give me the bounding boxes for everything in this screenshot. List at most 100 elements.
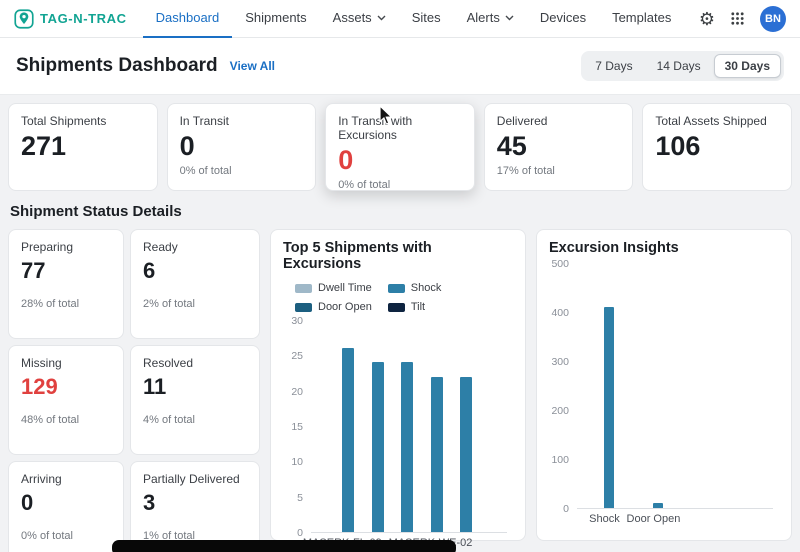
legend-label: Door Open xyxy=(318,301,372,313)
legend-swatch xyxy=(387,283,405,293)
status-label: Resolved xyxy=(143,356,194,370)
nav-item-shipments[interactable]: Shipments xyxy=(232,0,319,38)
x-axis-label: Door Open xyxy=(626,513,681,525)
status-label: Preparing xyxy=(21,240,74,254)
nav-item-dashboard[interactable]: Dashboard xyxy=(142,0,233,38)
status-card-partially-delivered[interactable]: Partially Delivered 3 1% of total xyxy=(130,461,260,552)
chart-card-excursion-insights: Excursion Insights 0 100 200 300 400 500 Shock D… xyxy=(536,229,792,541)
stat-subtext: 17% of total xyxy=(496,165,555,177)
bar xyxy=(342,348,355,532)
navbar-actions: ⚙ BN xyxy=(699,5,786,32)
y-axis-tick: 400 xyxy=(551,307,569,319)
y-axis: 0 5 10 15 20 25 30 xyxy=(283,315,307,539)
nav-item-templates[interactable]: Templates xyxy=(599,0,684,38)
status-label: Partially Delivered xyxy=(143,472,240,486)
stat-card-in-transit-with-excursions[interactable]: In Transit with Excursions 0 0% of total xyxy=(325,103,475,191)
stat-label: In Transit xyxy=(179,114,229,128)
lower-section: Preparing 77 28% of total Ready 6 2% of total… xyxy=(8,229,792,552)
chart-plot: 0 100 200 300 400 500 xyxy=(549,258,779,515)
stat-value: 45 xyxy=(496,131,527,161)
apps-grid-icon[interactable] xyxy=(730,11,745,26)
bar xyxy=(459,376,472,532)
page-header: Shipments Dashboard View All 7 Days 14 Da… xyxy=(0,38,800,95)
bar xyxy=(604,307,615,508)
status-subtext: 4% of total xyxy=(143,414,195,426)
y-axis-tick: 200 xyxy=(551,405,569,417)
status-value: 0 xyxy=(21,490,34,515)
status-grid: Preparing 77 28% of total Ready 6 2% of total… xyxy=(8,229,260,552)
legend-swatch xyxy=(295,283,312,293)
settings-gear-icon[interactable]: ⚙ xyxy=(699,10,715,28)
status-value: 77 xyxy=(21,258,46,283)
y-axis-tick: 5 xyxy=(297,491,303,504)
view-all-link[interactable]: View All xyxy=(230,59,275,73)
bar xyxy=(401,362,414,532)
stat-card-delivered[interactable]: Delivered 45 17% of total xyxy=(483,103,634,191)
status-card-arriving[interactable]: Arriving 0 0% of total xyxy=(8,461,124,552)
range-button-7-days[interactable]: 7 Days xyxy=(584,54,643,78)
status-label: Arriving xyxy=(21,472,62,486)
y-axis-tick: 10 xyxy=(291,456,303,469)
nav-item-sites[interactable]: Sites xyxy=(399,0,454,38)
bars-area xyxy=(577,264,773,509)
bars-area xyxy=(311,321,507,533)
status-label: Ready xyxy=(143,240,178,254)
y-axis-tick: 20 xyxy=(291,385,303,398)
nav-item-alerts[interactable]: Alerts xyxy=(454,0,527,38)
range-button-14-days[interactable]: 14 Days xyxy=(646,54,712,78)
x-axis-labels: Shock Door Open xyxy=(577,513,773,529)
stat-subtext: 0% of total xyxy=(179,165,232,177)
range-button-30-days[interactable]: 30 Days xyxy=(713,54,781,78)
stat-label: In Transit with Excursions xyxy=(338,114,413,142)
stat-value: 106 xyxy=(655,131,701,161)
stat-card-in-transit[interactable]: In Transit 0 0% of total xyxy=(166,103,317,191)
dashboard-content: Total Shipments 271 In Transit 0 0% of total… xyxy=(0,95,800,552)
stat-value: 0 xyxy=(338,145,354,175)
nav-item-devices[interactable]: Devices xyxy=(527,0,599,38)
legend-item-tilt: Tilt xyxy=(387,301,425,313)
status-card-ready[interactable]: Ready 6 2% of total xyxy=(130,229,260,339)
legend-swatch xyxy=(387,302,405,312)
nav-item-label: Dashboard xyxy=(155,10,220,25)
y-axis: 0 100 200 300 400 500 xyxy=(549,258,573,515)
brand-pin-icon xyxy=(14,8,34,29)
brand-logo[interactable]: TAG-N-TRAC xyxy=(14,8,127,29)
bar xyxy=(371,362,384,532)
status-value: 11 xyxy=(143,374,167,399)
y-axis-tick: 30 xyxy=(291,315,303,327)
nav-item-assets[interactable]: Assets xyxy=(320,0,399,38)
nav-item-label: Alerts xyxy=(466,10,500,25)
user-avatar[interactable]: BN xyxy=(760,5,786,32)
stat-card-total-shipments[interactable]: Total Shipments 271 xyxy=(8,103,158,191)
chart-title: Top 5 Shipments with Excursions xyxy=(283,240,432,272)
section-title: Shipment Status Details xyxy=(10,203,182,220)
legend-item-door-open: Door Open xyxy=(295,301,372,313)
status-card-preparing[interactable]: Preparing 77 28% of total xyxy=(8,229,124,339)
status-card-missing[interactable]: Missing 129 48% of total xyxy=(8,345,124,455)
y-axis-tick: 0 xyxy=(563,503,569,515)
chevron-down-icon xyxy=(505,15,514,20)
legend-swatch xyxy=(295,302,312,312)
y-axis-tick: 300 xyxy=(551,356,569,368)
status-value: 129 xyxy=(21,374,58,399)
chart-title: Excursion Insights xyxy=(549,240,679,256)
stat-label: Total Shipments xyxy=(21,114,107,128)
status-subtext: 2% of total xyxy=(143,298,195,310)
nav-item-label: Shipments xyxy=(245,10,307,25)
status-subtext: 0% of total xyxy=(21,530,73,542)
nav-menu: Dashboard Shipments Assets Sites Alerts Devic… xyxy=(142,0,685,38)
status-card-resolved[interactable]: Resolved 11 4% of total xyxy=(130,345,260,455)
stat-value: 0 xyxy=(179,131,195,161)
top-navbar: TAG-N-TRAC Dashboard Shipments Assets Sites… xyxy=(0,0,800,38)
brand-name: TAG-N-TRAC xyxy=(40,11,127,26)
y-axis-tick: 100 xyxy=(551,454,569,466)
date-range-group: 7 Days 14 Days 30 Days xyxy=(581,51,784,81)
stat-card-total-assets-shipped[interactable]: Total Assets Shipped 106 xyxy=(642,103,792,191)
x-axis-label: Shock xyxy=(589,513,620,525)
chart-plot: 0 5 10 15 20 25 30 xyxy=(283,315,513,539)
bar xyxy=(430,376,443,532)
chart-legend: Dwell Time Shock Door Open Tilt xyxy=(295,282,513,313)
y-axis-tick: 25 xyxy=(291,350,303,363)
stat-label: Total Assets Shipped xyxy=(655,114,767,128)
y-axis-tick: 15 xyxy=(291,421,303,433)
